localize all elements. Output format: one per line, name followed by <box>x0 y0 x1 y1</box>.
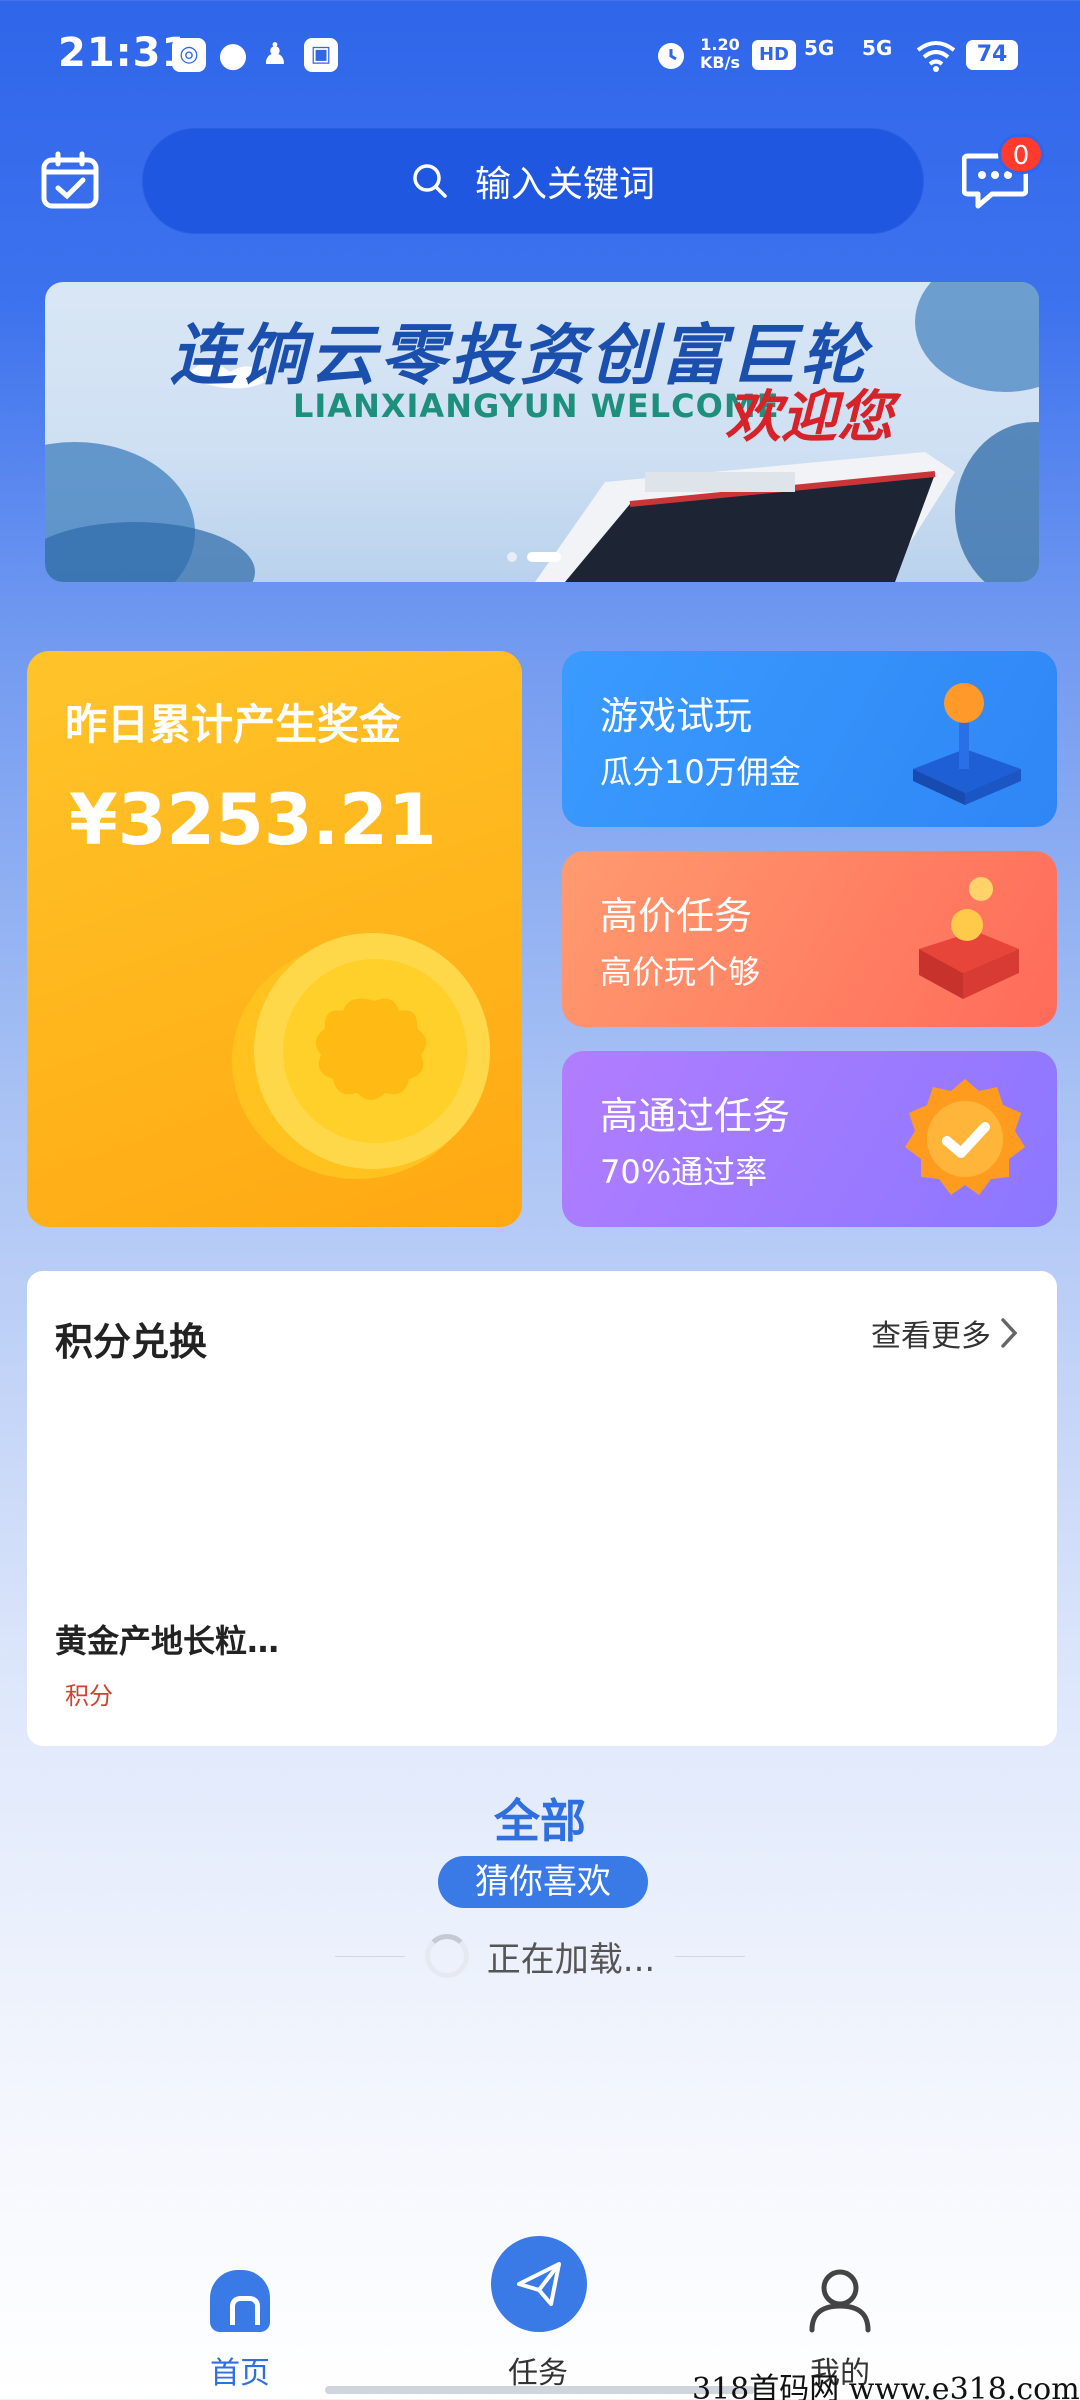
qq-icon: ♟ <box>261 37 289 72</box>
task-card-subtitle: 瓜分10万佣金 <box>600 753 801 791</box>
points-exchange-section: 积分兑换 查看更多 黄金产地长粒… 积分 <box>27 1271 1057 1746</box>
chat-app-icon: ◎ <box>172 38 206 72</box>
nav-home-label: 首页 <box>210 2356 270 2391</box>
search-icon <box>413 164 447 198</box>
signal-2: 5G <box>862 36 893 60</box>
task-card-title: 高价任务 <box>600 894 753 938</box>
banner-dot-active <box>527 552 561 562</box>
home-icon <box>210 2270 270 2332</box>
message-bubble-icon: ● <box>218 35 248 75</box>
task-circle <box>491 2236 587 2332</box>
task-card-subtitle: 高价玩个够 <box>600 953 761 991</box>
loading-text: 正在加载... <box>486 1939 656 1980</box>
badge-check-icon <box>905 1079 1025 1195</box>
feed-all-tab[interactable]: 全部 <box>0 1785 1080 1851</box>
bonus-title: 昨日累计产生奖金 <box>65 700 402 749</box>
banner-subtitle: LIANXIANGYUN WELCOME <box>293 387 780 425</box>
chevron-right-icon <box>1001 1318 1018 1348</box>
high-pass-task-card[interactable]: 高通过任务 70%通过率 <box>562 1051 1057 1227</box>
store-app-icon: ▣ <box>304 38 338 72</box>
promo-banner[interactable]: 连饷云零投资创富巨轮 LIANXIANGYUN WELCOME 欢迎您 <box>45 282 1039 582</box>
wifi-icon <box>916 41 956 72</box>
guess-you-like-tag[interactable]: 猜你喜欢 <box>438 1856 648 1908</box>
task-card-title: 游戏试玩 <box>600 694 753 738</box>
banner-dot <box>507 552 517 562</box>
wallet-coins-icon <box>919 877 1019 999</box>
loading-indicator: 正在加载... <box>0 1926 1080 1986</box>
nav-home[interactable]: 首页 <box>160 2210 320 2400</box>
message-count-badge: 0 <box>998 134 1044 174</box>
calendar-check-icon[interactable] <box>40 150 100 210</box>
product-points: 积分 <box>65 1682 113 1710</box>
task-card-title: 高通过任务 <box>600 1094 791 1138</box>
paper-plane-icon <box>517 2262 561 2306</box>
bonus-card[interactable]: 昨日累计产生奖金 ¥3253.21 <box>27 651 522 1227</box>
alarm-icon <box>658 43 684 69</box>
status-bar: 21:31 ◎ ● ♟ ▣ 1.20 KB/s HD 5G 5G 74 <box>0 0 1080 110</box>
watermark-text: 318首码网 www.e318.com <box>692 2372 1080 2400</box>
joystick-icon <box>913 683 1021 805</box>
product-name[interactable]: 黄金产地长粒… <box>55 1616 279 1662</box>
hd-icon: HD <box>752 40 796 70</box>
view-more-link[interactable]: 查看更多 <box>871 1311 1019 1355</box>
battery-indicator: 74 <box>966 40 1018 70</box>
status-time: 21:31 <box>58 30 191 76</box>
signal-1: 5G <box>804 36 835 60</box>
search-bar[interactable]: 输入关键词 <box>142 128 924 234</box>
section-title: 积分兑换 <box>55 1320 208 1364</box>
banner-pagination <box>507 552 561 562</box>
view-more-label: 查看更多 <box>871 1319 991 1354</box>
task-card-subtitle: 70%通过率 <box>600 1153 768 1191</box>
banner-welcome: 欢迎您 <box>725 385 893 450</box>
divider <box>675 1955 746 1957</box>
search-placeholder: 输入关键词 <box>474 164 655 205</box>
high-price-task-card[interactable]: 高价任务 高价玩个够 <box>562 851 1057 1027</box>
user-icon <box>809 2269 871 2333</box>
game-trial-card[interactable]: 游戏试玩 瓜分10万佣金 <box>562 651 1057 827</box>
bonus-amount: ¥3253.21 <box>69 779 437 861</box>
divider <box>334 1955 405 1957</box>
spinner-icon <box>424 1934 469 1978</box>
nav-task[interactable]: 任务 <box>458 2210 618 2400</box>
gold-coin-icon <box>232 933 490 1179</box>
network-speed: 1.20 KB/s <box>700 35 740 72</box>
home-indicator <box>325 2386 755 2394</box>
